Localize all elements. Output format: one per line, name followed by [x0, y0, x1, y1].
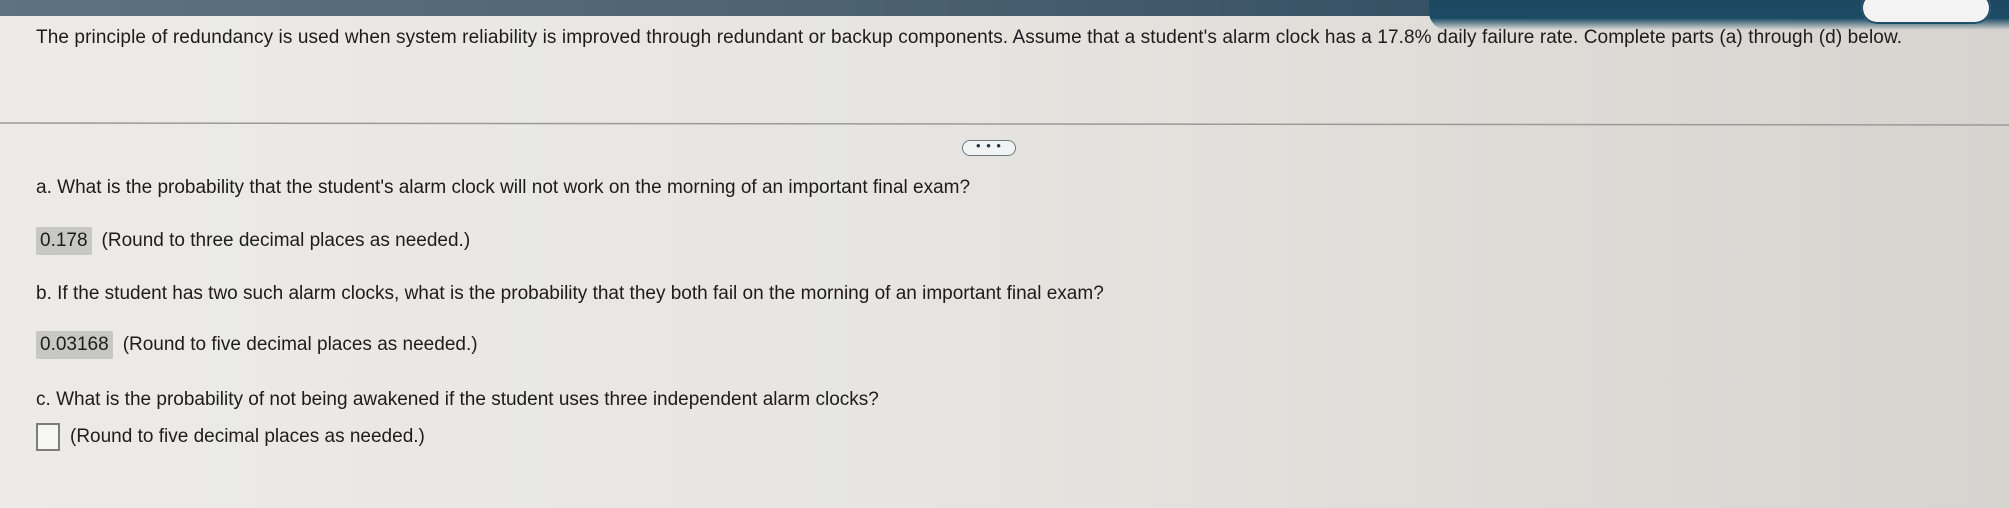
question-b-text: If the student has two such alarm clocks…: [57, 283, 1104, 304]
answer-c-input[interactable]: [36, 423, 60, 451]
top-right-pill-button[interactable]: [1861, 0, 1991, 24]
answer-a-input[interactable]: 0.178: [36, 227, 92, 255]
answer-a-note: (Round to three decimal places as needed…: [101, 230, 471, 251]
question-a-prefix: a.: [36, 177, 52, 198]
question-c: c. What is the probability of not being …: [36, 388, 879, 412]
question-b-prefix: b.: [36, 283, 52, 304]
answer-c-note: (Round to five decimal places as needed.…: [70, 426, 425, 447]
question-c-text: What is the probability of not being awa…: [56, 389, 879, 410]
answer-b-input[interactable]: 0.03168: [36, 331, 113, 359]
section-divider: [0, 121, 2009, 127]
question-a-text: What is the probability that the student…: [57, 177, 971, 198]
question-c-prefix: c.: [36, 389, 51, 410]
answer-b-note: (Round to five decimal places as needed.…: [122, 334, 478, 355]
answer-row-a: 0.178 (Round to three decimal places as …: [36, 227, 470, 255]
answer-row-c: (Round to five decimal places as needed.…: [36, 423, 425, 451]
question-a: a. What is the probability that the stud…: [36, 176, 970, 200]
more-options-button[interactable]: • • •: [962, 139, 1016, 156]
answer-row-b: 0.03168 (Round to five decimal places as…: [36, 331, 478, 359]
problem-intro: The principle of redundancy is used when…: [36, 27, 1903, 48]
question-b: b. If the student has two such alarm clo…: [36, 282, 1104, 306]
